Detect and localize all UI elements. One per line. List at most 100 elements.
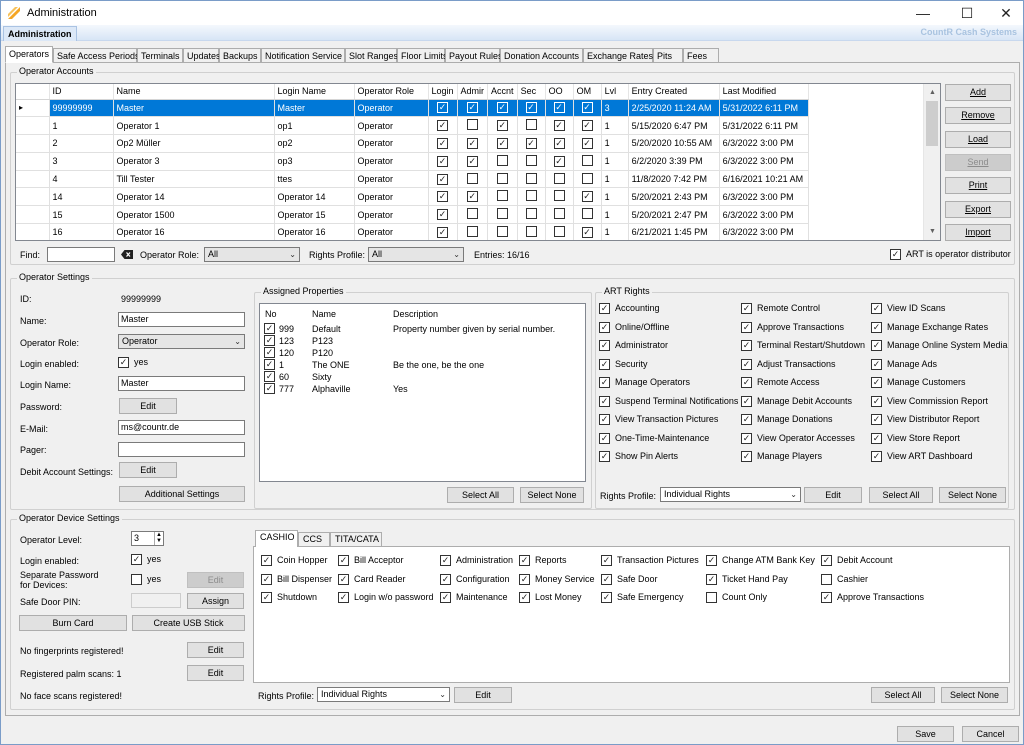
row-header[interactable] <box>16 134 50 153</box>
row-header[interactable] <box>16 170 50 189</box>
list-item[interactable]: ✓ 777 Alphaville Yes <box>260 383 585 395</box>
column-header-login[interactable]: Login <box>428 84 458 100</box>
tab-payout-rules[interactable]: Payout Rules <box>445 48 503 63</box>
checkbox-unchecked-icon[interactable] <box>496 208 508 220</box>
checkbox-checked-icon[interactable]: ✓ <box>496 137 508 149</box>
art-right-view-store-report[interactable]: ✓ View Store Report <box>871 432 960 445</box>
device-rights-profile-select[interactable]: Individual Rights ⌄ <box>317 687 450 702</box>
art-right-manage-online-system-media[interactable]: ✓ Manage Online System Media <box>871 340 1008 352</box>
filter-role-select[interactable]: All ⌄ <box>204 247 300 262</box>
row-header[interactable] <box>16 205 50 225</box>
checkbox-checked-icon[interactable]: ✓ <box>581 137 593 149</box>
device-right-shutdown[interactable]: ✓ Shutdown <box>261 592 317 604</box>
art-right-manage-players[interactable]: ✓ Manage Players <box>741 451 822 463</box>
remove-operator-button[interactable]: Remove <box>945 107 1011 124</box>
device-right-debit-account[interactable]: ✓ Debit Account <box>821 555 893 567</box>
device-right-login-w-o-password[interactable]: ✓ Login w/o password <box>338 592 434 604</box>
name-input[interactable]: Master <box>118 312 245 327</box>
list-item[interactable]: ✓ 120 P120 <box>260 347 585 359</box>
device-right-coin-hopper[interactable]: ✓ Coin Hopper <box>261 555 328 567</box>
device-right-safe-door[interactable]: ✓ Safe Door <box>601 573 658 586</box>
device-right-money-service[interactable]: ✓ Money Service <box>519 573 595 586</box>
art-right-accounting[interactable]: ✓ Accounting <box>599 303 660 315</box>
grid-vertical-scrollbar[interactable]: ▲ ▼ <box>923 84 940 240</box>
debit-account-edit-button[interactable]: Edit <box>119 462 177 478</box>
column-header-oo[interactable]: OO <box>545 84 574 100</box>
import-operator-button[interactable]: Import <box>945 224 1011 241</box>
checkbox-unchecked-icon[interactable] <box>496 190 508 202</box>
separate-password-edit-button[interactable]: Edit <box>187 572 244 588</box>
device-right-approve-transactions[interactable]: ✓ Approve Transactions <box>821 592 924 604</box>
tab-terminals[interactable]: Terminals <box>137 48 183 63</box>
checkbox-checked-icon[interactable]: ✓ <box>553 102 565 114</box>
filter-rights-select[interactable]: All ⌄ <box>368 247 464 262</box>
row-header[interactable] <box>16 152 50 171</box>
art-right-view-transaction-pictures[interactable]: ✓ View Transaction Pictures <box>599 414 718 426</box>
checkbox-unchecked-icon[interactable] <box>466 225 478 237</box>
art-right-adjust-transactions[interactable]: ✓ Adjust Transactions <box>741 358 836 371</box>
checkbox-unchecked-icon[interactable] <box>553 172 565 184</box>
operator-accounts-grid[interactable]: ID Name Login Name Operator Role Login Admir A… <box>15 83 941 241</box>
checkbox-unchecked-icon[interactable] <box>466 208 478 220</box>
art-right-manage-customers[interactable]: ✓ Manage Customers <box>871 377 966 389</box>
tab-notification-service[interactable]: Notification Service <box>261 48 345 63</box>
tab-slot-ranges[interactable]: Slot Ranges <box>345 48 398 63</box>
art-right-terminal-restart-shutdown[interactable]: ✓ Terminal Restart/Shutdown <box>741 340 865 352</box>
table-row[interactable]: 14 Operator 14 Operator 14 Operator ✓ ✓ ✓ 1 5/20… <box>16 187 809 207</box>
art-right-security[interactable]: ✓ Security <box>599 358 648 371</box>
checkbox-unchecked-icon[interactable] <box>581 208 593 220</box>
art-rights-edit-button[interactable]: Edit <box>804 487 862 503</box>
table-row[interactable]: 4 Till Tester ttes Operator ✓ 1 11/8/2020 7:42… <box>16 170 809 189</box>
checkbox-unchecked-icon[interactable] <box>496 154 508 166</box>
checkbox-checked-icon[interactable]: ✓ <box>437 226 449 238</box>
checkbox-unchecked-icon[interactable] <box>553 190 565 202</box>
art-right-view-id-scans[interactable]: ✓ View ID Scans <box>871 303 945 315</box>
checkbox-unchecked-icon[interactable] <box>581 172 593 184</box>
checkbox-unchecked-icon[interactable] <box>525 119 537 131</box>
table-row[interactable]: 3 Operator 3 op3 Operator ✓ ✓ ✓ 1 6/2/2020 3:39 … <box>16 152 809 171</box>
properties-select-all-button[interactable]: Select All <box>447 487 514 503</box>
table-row[interactable]: 2 Op2 Müller op2 Operator ✓ ✓ ✓ ✓ ✓ ✓ 1 5/20/2020 1… <box>16 134 809 153</box>
device-right-maintenance[interactable]: ✓ Maintenance <box>440 592 508 604</box>
art-right-administrator[interactable]: ✓ Administrator <box>599 340 668 352</box>
row-header[interactable] <box>16 187 50 207</box>
checkbox-unchecked-icon[interactable] <box>525 172 537 184</box>
device-right-safe-emergency[interactable]: ✓ Safe Emergency <box>601 592 684 604</box>
checkbox-checked-icon[interactable]: ✓ <box>437 155 449 167</box>
art-rights-select-none-button[interactable]: Select None <box>939 487 1006 503</box>
device-tab-tita-cata[interactable]: TITA/CATA <box>330 532 382 547</box>
login-enabled-checkbox[interactable]: ✓ yes <box>118 357 148 369</box>
column-header-admir[interactable]: Admir <box>457 84 489 100</box>
checkbox-checked-icon[interactable]: ✓ <box>496 120 508 132</box>
art-right-show-pin-alerts[interactable]: ✓ Show Pin Alerts <box>599 451 678 463</box>
row-header[interactable] <box>16 223 50 240</box>
checkbox-checked-icon[interactable]: ✓ <box>437 137 449 149</box>
device-right-card-reader[interactable]: ✓ Card Reader <box>338 573 406 586</box>
art-right-remote-access[interactable]: ✓ Remote Access <box>741 377 820 389</box>
checkbox-checked-icon[interactable]: ✓ <box>264 323 275 334</box>
tab-updates[interactable]: Updates <box>183 48 221 63</box>
checkbox-checked-icon[interactable]: ✓ <box>525 137 537 149</box>
column-header-operator-role[interactable]: Operator Role <box>354 84 429 100</box>
art-right-remote-control[interactable]: ✓ Remote Control <box>741 303 820 315</box>
table-row[interactable]: 1 Operator 1 op1 Operator ✓ ✓ ✓ ✓ 1 5/15/2020 6:4… <box>16 116 809 136</box>
checkbox-unchecked-icon[interactable] <box>466 119 478 131</box>
art-right-manage-ads[interactable]: ✓ Manage Ads <box>871 358 937 371</box>
art-right-approve-transactions[interactable]: ✓ Approve Transactions <box>741 321 844 334</box>
safe-door-pin-input[interactable] <box>131 593 181 608</box>
list-item[interactable]: ✓ 123 P123 <box>260 335 585 347</box>
separate-password-checkbox[interactable]: yes <box>131 574 161 586</box>
checkbox-checked-icon[interactable]: ✓ <box>553 155 565 167</box>
stepper-arrows-icon[interactable]: ▲ ▼ <box>154 532 163 545</box>
checkbox-checked-icon[interactable]: ✓ <box>466 155 478 167</box>
device-right-change-atm-bank-key[interactable]: ✓ Change ATM Bank Key <box>706 555 815 567</box>
column-header-login-name[interactable]: Login Name <box>274 84 355 100</box>
operator-level-stepper[interactable]: 3 ▲ ▼ <box>131 531 164 546</box>
art-right-view-distributor-report[interactable]: ✓ View Distributor Report <box>871 414 979 426</box>
checkbox-checked-icon[interactable]: ✓ <box>553 137 565 149</box>
device-right-ticket-hand-pay[interactable]: ✓ Ticket Hand Pay <box>706 573 788 586</box>
checkbox-checked-icon[interactable]: ✓ <box>581 102 593 114</box>
checkbox-checked-icon[interactable]: ✓ <box>581 226 593 238</box>
tab-backups[interactable]: Backups <box>219 48 261 63</box>
properties-select-none-button[interactable]: Select None <box>520 487 584 503</box>
